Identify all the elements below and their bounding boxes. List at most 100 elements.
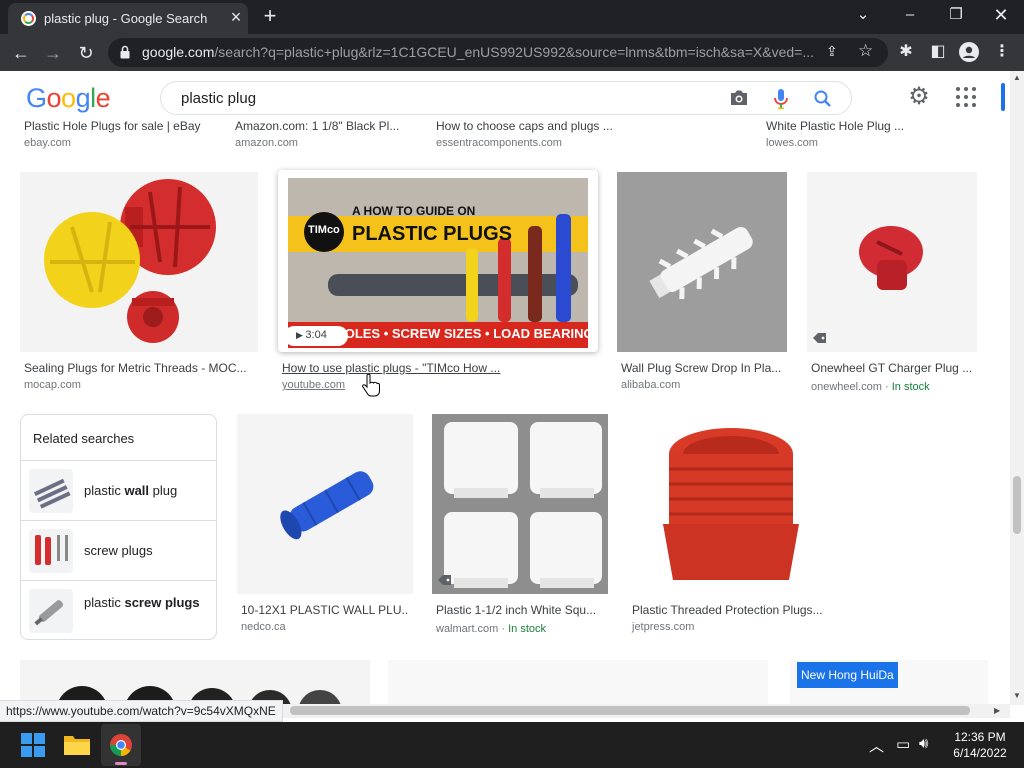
result-caption[interactable]: White Plastic Hole Plug ... <box>766 119 966 133</box>
result-thumbnail-sealing-plugs[interactable] <box>20 172 258 352</box>
network-icon[interactable]: ▭ <box>896 735 910 753</box>
result-source[interactable]: essentracomponents.com <box>436 137 562 149</box>
hand-cursor-icon <box>362 373 380 397</box>
scroll-right-icon[interactable]: ▶ <box>994 706 1000 715</box>
result-thumbnail-wall-plug[interactable] <box>617 172 787 352</box>
restore-button[interactable]: ❐ <box>938 4 974 26</box>
extensions-icon[interactable]: ✱ <box>894 40 918 64</box>
minimize-button[interactable]: – <box>892 4 928 26</box>
status-bar-url: https://www.youtube.com/watch?v=9c54vXMQ… <box>0 700 283 722</box>
chrome-menu-icon[interactable]: ⋮ <box>990 40 1014 64</box>
related-thumbnail <box>29 589 73 633</box>
result-thumbnail-blue-wall-plug[interactable] <box>237 414 413 594</box>
tab-search-icon[interactable]: ⌄ <box>845 4 881 26</box>
result-source[interactable]: nedco.ca <box>241 621 286 633</box>
related-search-item[interactable]: plastic wall plug <box>21 460 216 520</box>
show-hidden-icons-chevron-icon[interactable]: ︿ <box>869 735 884 756</box>
related-search-label: plastic screw plugs <box>84 595 200 610</box>
clock-time: 12:36 PM <box>954 730 1006 744</box>
forward-button[interactable]: → <box>40 40 66 66</box>
address-bar[interactable]: google.com/search?q=plastic+plug&rlz=1C1… <box>108 38 888 67</box>
clock-date: 6/14/2022 <box>953 746 1007 760</box>
related-thumbnail <box>29 529 73 573</box>
result-caption[interactable]: Onewheel GT Charger Plug ... <box>811 361 973 375</box>
search-icon[interactable] <box>813 89 833 109</box>
vertical-scrollbar[interactable]: ▲ ▼ <box>1010 71 1024 705</box>
result-thumbnail-white-square-plugs[interactable] <box>432 414 608 594</box>
in-stock-label: In stock <box>891 381 930 393</box>
side-panel-icon[interactable]: ◧ <box>926 40 950 64</box>
result-thumbnail-partial[interactable] <box>388 660 768 705</box>
settings-gear-icon[interactable]: ⚙ <box>906 85 932 111</box>
taskbar-clock[interactable]: 12:36 PM 6/14/2022 <box>945 729 1015 761</box>
related-searches-panel: Related searches plastic wall plug screw… <box>20 414 217 640</box>
result-caption[interactable]: How to use plastic plugs - "TIMco How ..… <box>282 361 512 375</box>
result-caption[interactable]: Amazon.com: 1 1/8" Black Pl... <box>235 119 410 133</box>
result-source[interactable]: lowes.com <box>766 137 818 149</box>
result-source[interactable]: youtube.com <box>282 379 345 391</box>
result-caption[interactable]: Plastic Threaded Protection Plugs... <box>632 603 830 617</box>
ad-label: New Hong HuiDa <box>797 662 898 688</box>
volume-icon[interactable]: 🔊︎ <box>919 735 928 752</box>
new-tab-button[interactable]: + <box>258 5 282 29</box>
timco-logo: TIMco <box>308 224 340 236</box>
result-caption[interactable]: Sealing Plugs for Metric Threads - MOC..… <box>24 361 250 375</box>
google-apps-icon[interactable] <box>956 87 978 109</box>
result-source[interactable]: walmart.com · In stock <box>436 623 546 635</box>
close-window-button[interactable]: ✕ <box>983 4 1019 26</box>
result-caption[interactable]: Wall Plug Screw Drop In Pla... <box>621 361 783 375</box>
reload-button[interactable]: ↻ <box>73 40 99 66</box>
browser-toolbar: ← → ↻ google.com/search?q=plastic+plug&r… <box>0 34 1024 71</box>
search-query[interactable]: plastic plug <box>181 90 256 107</box>
result-thumbnail-onewheel-plug[interactable] <box>807 172 977 352</box>
microphone-icon[interactable] <box>773 88 789 110</box>
result-caption[interactable]: Plastic Hole Plugs for sale | eBay <box>24 119 224 133</box>
result-source[interactable]: onewheel.com · In stock <box>811 381 930 393</box>
account-edge[interactable] <box>1001 83 1005 111</box>
file-explorer-icon[interactable] <box>64 733 90 755</box>
result-caption[interactable]: 10-12X1 PLASTIC WALL PLU... <box>241 603 409 617</box>
close-tab-icon[interactable]: × <box>226 7 246 27</box>
result-thumbnail-partial[interactable]: New Hong HuiDa <box>790 660 988 705</box>
google-favicon-icon <box>21 11 36 26</box>
scroll-down-icon[interactable]: ▼ <box>1013 691 1021 700</box>
result-thumbnail-threaded-plug[interactable] <box>627 414 833 594</box>
result-thumbnail-partial[interactable] <box>20 660 370 705</box>
chrome-icon <box>110 734 132 756</box>
tab-title: plastic plug - Google Search <box>44 11 208 26</box>
camera-icon[interactable] <box>729 89 749 107</box>
result-caption[interactable]: Plastic 1-1/2 inch White Squ... <box>436 603 604 617</box>
search-input[interactable]: plastic plug <box>160 81 852 115</box>
horizontal-scrollbar-thumb[interactable] <box>290 706 970 715</box>
price-tag-icon <box>438 575 451 585</box>
bookmark-star-icon[interactable]: ☆ <box>858 41 876 60</box>
video-duration-badge: ▶ 3:04 <box>288 326 348 346</box>
back-button[interactable]: ← <box>8 40 34 66</box>
result-source[interactable]: ebay.com <box>24 137 71 149</box>
lock-icon <box>120 45 130 59</box>
related-search-label: screw plugs <box>84 543 153 558</box>
google-header: Google plastic plug ⚙ <box>0 71 1010 123</box>
result-source[interactable]: mocap.com <box>24 379 81 391</box>
price-tag-icon <box>813 333 826 343</box>
related-search-item[interactable]: screw plugs <box>21 520 216 580</box>
related-searches-title: Related searches <box>33 431 135 446</box>
video-banner-top: A HOW TO GUIDE ON <box>352 204 476 218</box>
chrome-taskbar-button[interactable] <box>101 724 141 766</box>
result-thumbnail-timco-video[interactable]: A HOW TO GUIDE ON PLASTIC PLUGS TIMco L … <box>288 178 588 348</box>
result-caption[interactable]: How to choose caps and plugs ... <box>436 119 626 133</box>
scroll-up-icon[interactable]: ▲ <box>1013 73 1021 82</box>
related-thumbnail <box>29 469 73 513</box>
browser-tab-bar: plastic plug - Google Search × + ⌄ – ❐ ✕ <box>0 0 1024 34</box>
related-search-item[interactable]: plastic screw plugs <box>21 580 216 640</box>
browser-tab[interactable]: plastic plug - Google Search × <box>8 3 248 34</box>
result-source[interactable]: amazon.com <box>235 137 298 149</box>
result-source[interactable]: alibaba.com <box>621 379 680 391</box>
windows-start-icon[interactable] <box>21 733 45 757</box>
profile-avatar-icon[interactable] <box>957 40 981 64</box>
share-icon[interactable]: ⇪ <box>826 43 844 61</box>
result-source[interactable]: jetpress.com <box>632 621 694 633</box>
active-app-indicator <box>115 762 127 765</box>
google-logo[interactable]: Google <box>26 83 111 114</box>
vertical-scrollbar-thumb[interactable] <box>1013 476 1021 534</box>
